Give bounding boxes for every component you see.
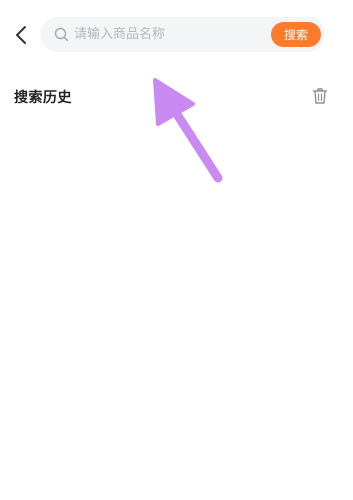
search-history-header: 搜索历史 [14,86,334,108]
search-icon [54,27,69,42]
search-box: 搜索 [40,17,325,52]
chevron-left-icon [16,26,26,44]
annotation-arrow [153,78,223,183]
search-history-title: 搜索历史 [14,90,72,106]
back-button[interactable] [10,22,32,48]
top-bar: 搜索 [0,0,353,70]
search-input[interactable] [74,23,264,46]
trash-icon[interactable] [312,87,328,105]
search-button[interactable]: 搜索 [271,22,321,47]
